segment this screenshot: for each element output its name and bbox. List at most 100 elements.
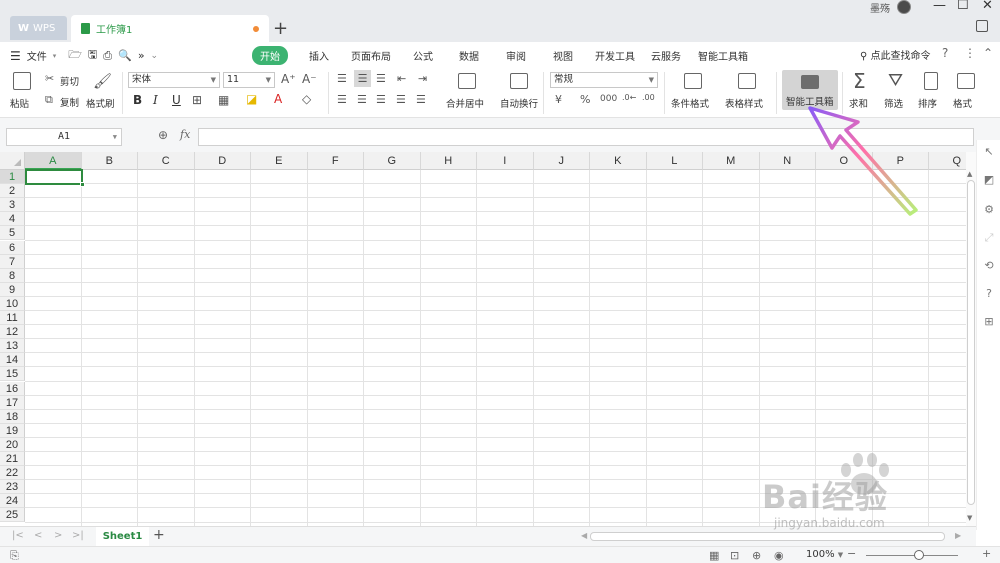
increase-font-icon[interactable]: A⁺ [281, 72, 296, 86]
prev-sheet-icon[interactable]: < [34, 530, 42, 541]
row-header[interactable]: 23 [0, 480, 25, 495]
print-icon[interactable]: ⎙ [103, 49, 112, 63]
borders-icon[interactable]: ⊞ [192, 93, 202, 107]
align-top-icon[interactable]: ☰ [337, 72, 347, 85]
settings-icon[interactable]: ⚙ [983, 204, 995, 216]
first-sheet-icon[interactable]: |< [12, 530, 24, 541]
sort-icon[interactable] [924, 72, 938, 90]
page-layout-view-icon[interactable]: ⊕ [752, 549, 761, 562]
scroll-down-icon[interactable]: ▼ [967, 514, 972, 522]
wrap-text-icon[interactable] [510, 73, 528, 89]
clear-format-icon[interactable]: ◇ [302, 92, 311, 106]
next-sheet-icon[interactable]: > [54, 530, 62, 541]
vertical-scroll-thumb[interactable] [967, 180, 975, 505]
tab-formulas[interactable]: 公式 [413, 48, 433, 63]
scroll-up-icon[interactable]: ▲ [967, 170, 972, 178]
column-header[interactable]: M [703, 152, 760, 170]
column-header[interactable]: I [477, 152, 534, 170]
wps-home-tab[interactable]: W WPS [10, 16, 67, 40]
help-circle-icon[interactable]: ? [983, 288, 995, 300]
tab-developer[interactable]: 开发工具 [595, 48, 635, 63]
zoom-percent[interactable]: 100% ▼ [806, 549, 843, 560]
row-header[interactable]: 25 [0, 508, 25, 523]
insert-function-icon[interactable]: fx [180, 128, 190, 141]
chevron-down-icon[interactable]: ▾ [53, 52, 57, 60]
document-tab[interactable]: 工作簿1 [71, 15, 269, 42]
more-options-icon[interactable]: ⋮ [964, 46, 976, 60]
scroll-right-icon[interactable]: ▶ [955, 531, 961, 540]
column-header[interactable]: B [81, 152, 138, 170]
cut-button[interactable]: 剪切 [60, 74, 79, 88]
column-header[interactable]: H [420, 152, 477, 170]
row-header[interactable]: 17 [0, 395, 25, 410]
apps-grid-icon[interactable]: ⊞ [983, 316, 995, 328]
tab-smart-toolbox[interactable]: 智能工具箱 [698, 48, 748, 63]
customize-icon[interactable]: ⌄ [151, 51, 159, 61]
row-header[interactable]: 10 [0, 296, 25, 311]
format-painter-icon[interactable]: 🖌 [93, 72, 112, 90]
row-header[interactable]: 12 [0, 325, 25, 340]
command-search[interactable]: ⚲ 点此查找命令 [860, 47, 931, 62]
row-header[interactable]: 5 [0, 226, 25, 241]
normal-view-icon[interactable]: ▦ [709, 549, 719, 562]
cursor-select-icon[interactable]: ↖ [983, 146, 995, 158]
row-header[interactable]: 19 [0, 423, 25, 438]
tab-data[interactable]: 数据 [459, 48, 479, 63]
increase-decimal-icon[interactable]: .0← [622, 93, 636, 102]
scroll-left-icon[interactable]: ◀ [581, 531, 587, 540]
row-header[interactable]: 2 [0, 184, 25, 199]
column-header[interactable]: Q [929, 152, 966, 170]
align-left-icon[interactable]: ☰ [337, 93, 347, 106]
copy-icon[interactable]: ⧉ [45, 93, 53, 107]
row-header[interactable]: 9 [0, 282, 25, 297]
column-header[interactable]: F [307, 152, 364, 170]
justify-icon[interactable]: ☰ [396, 93, 406, 106]
history-icon[interactable]: ⟲ [983, 260, 995, 272]
font-name-select[interactable]: 宋体 ▼ [128, 72, 220, 88]
conditional-format-button[interactable]: 条件格式 [671, 96, 709, 110]
fill-pattern-icon[interactable]: ▦ [218, 93, 229, 107]
reading-mode-icon[interactable]: ◉ [774, 549, 784, 562]
row-header[interactable]: 4 [0, 212, 25, 227]
row-header[interactable]: 24 [0, 494, 25, 509]
zoom-out-icon[interactable]: − [847, 547, 856, 560]
cut-icon[interactable]: ✂ [45, 72, 54, 85]
font-size-select[interactable]: 11 ▼ [223, 72, 275, 88]
maximize-icon[interactable]: ☐ [957, 0, 969, 13]
italic-icon[interactable]: I [153, 93, 158, 107]
merge-center-icon[interactable] [458, 73, 476, 89]
row-header[interactable]: 8 [0, 268, 25, 283]
align-middle-icon[interactable]: ☰ [354, 70, 371, 87]
align-bottom-icon[interactable]: ☰ [376, 72, 386, 85]
bold-icon[interactable]: B [133, 93, 142, 107]
name-box[interactable]: A1 ▼ [6, 128, 122, 146]
fill-handle[interactable] [80, 182, 85, 187]
currency-icon[interactable]: ¥ [555, 93, 562, 106]
decrease-indent-icon[interactable]: ⇤ [397, 72, 406, 85]
tab-review[interactable]: 审阅 [506, 48, 526, 63]
decrease-font-icon[interactable]: A⁻ [302, 72, 317, 86]
active-cell[interactable] [25, 169, 83, 185]
row-header[interactable]: 1 [0, 170, 25, 185]
align-right-icon[interactable]: ☰ [376, 93, 386, 106]
column-header[interactable]: D [194, 152, 251, 170]
paste-button[interactable]: 粘贴 [10, 96, 29, 110]
panel-toggle-icon[interactable] [976, 20, 988, 32]
row-header[interactable]: 3 [0, 198, 25, 213]
zoom-slider-knob[interactable] [914, 550, 924, 560]
avatar[interactable] [897, 0, 911, 14]
file-menu[interactable]: 文件 [27, 48, 47, 63]
tab-home[interactable]: 开始 [252, 46, 288, 65]
print-preview-icon[interactable]: 🔍 [118, 49, 132, 62]
last-sheet-icon[interactable]: >| [72, 530, 84, 541]
tab-insert[interactable]: 插入 [309, 48, 329, 63]
underline-icon[interactable]: U [172, 93, 181, 107]
distributed-icon[interactable]: ☰ [416, 93, 426, 106]
sheet-tab[interactable]: Sheet1 [96, 527, 149, 546]
paste-icon[interactable] [13, 72, 31, 90]
row-header[interactable]: 16 [0, 381, 25, 396]
tab-page-layout[interactable]: 页面布局 [351, 48, 391, 63]
row-header[interactable]: 13 [0, 339, 25, 354]
number-format-select[interactable]: 常规 ▼ [550, 72, 658, 88]
wrap-text-button[interactable]: 自动换行 [500, 96, 538, 110]
